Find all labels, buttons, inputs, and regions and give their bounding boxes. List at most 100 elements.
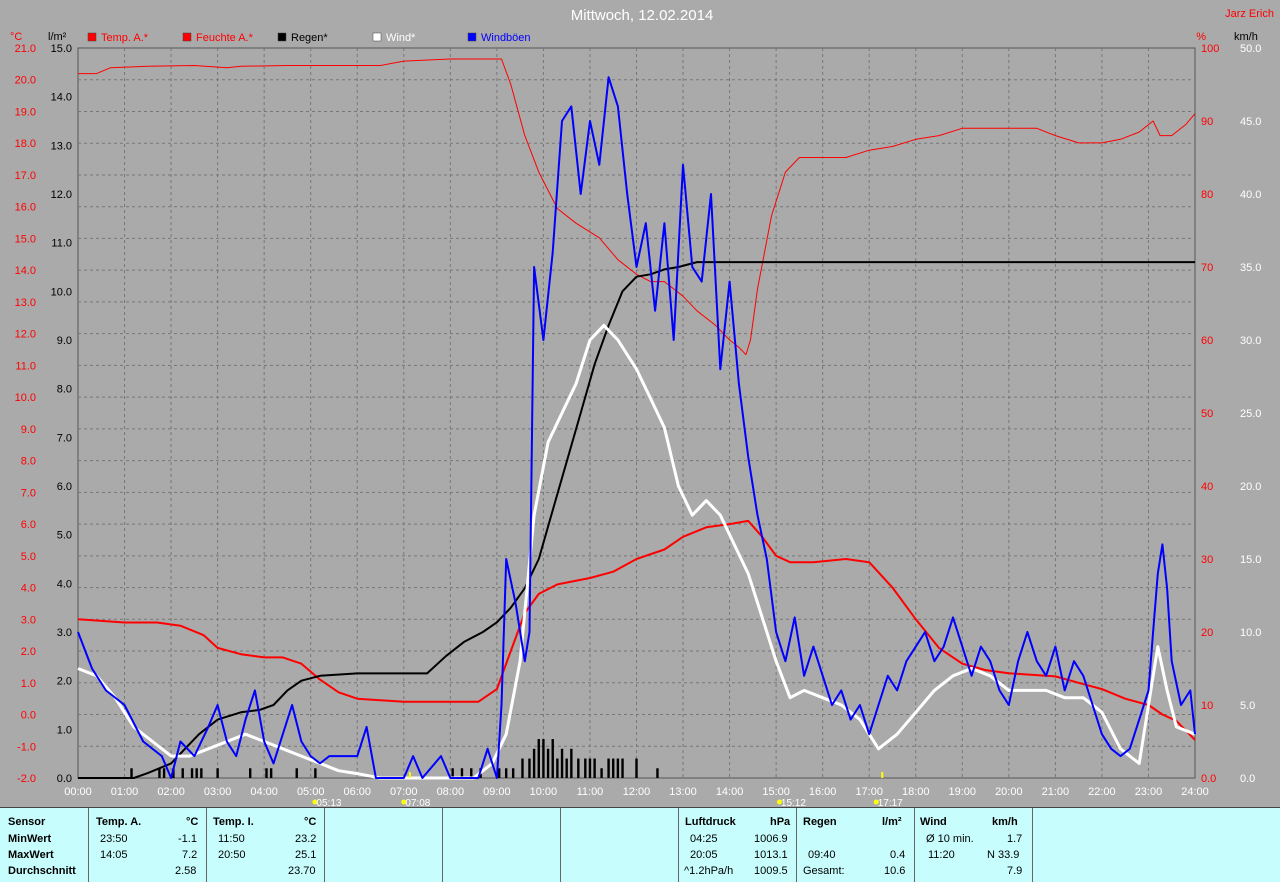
author-label: Jarz Erich (1225, 8, 1274, 20)
rain-bar (584, 758, 587, 778)
rain-bar (521, 758, 524, 778)
x-tick-label: 18:00 (902, 786, 930, 798)
temp-i-min-val: 23.2 (295, 833, 317, 845)
wind-max-val: N 33.9 (987, 849, 1020, 861)
temp-a-unit: °C (186, 816, 199, 828)
temp-a-header: Temp. A. (96, 816, 142, 828)
sensor-header: Sensor (8, 816, 46, 828)
legend-swatch (277, 32, 287, 42)
temp-tick-label: 2.0 (21, 646, 36, 658)
humidity-tick-label: 10 (1201, 700, 1213, 712)
rain-bar (511, 768, 515, 778)
wind-tick-label: 35.0 (1240, 262, 1261, 274)
rain-tick-label: 0.0 (57, 773, 72, 785)
temp-axis-unit: °C (10, 31, 22, 43)
x-tick-label: 08:00 (437, 786, 465, 798)
temp-tick-label: -2.0 (17, 773, 36, 785)
x-tick-label: 19:00 (949, 786, 977, 798)
rain-total-label: Gesamt: (803, 865, 845, 877)
rain-bar (190, 768, 194, 778)
temp-tick-label: 12.0 (15, 329, 36, 341)
rain-max-time: 09:40 (808, 849, 836, 861)
x-tick-label: 22:00 (1088, 786, 1116, 798)
rain-bar (181, 768, 184, 778)
rain-unit: l/m² (882, 816, 902, 828)
wind-tick-label: 45.0 (1240, 116, 1261, 128)
temp-tick-label: 11.0 (15, 360, 36, 372)
pressure-max-val: 1013.1 (754, 849, 788, 861)
wind-day-avg-val: 7.9 (1007, 865, 1023, 877)
legend-swatch (87, 32, 97, 42)
humidity-tick-label: 90 (1201, 116, 1213, 128)
rain-bar (656, 768, 659, 778)
rain-bar (588, 758, 592, 778)
temp-i-max-val: 25.1 (295, 849, 317, 861)
wind-axis-unit: km/h (1234, 31, 1258, 43)
rain-bar (200, 768, 203, 778)
rain-bar (504, 768, 508, 778)
statistics-panel: Sensor MinWert MaxWert Durchschnitt Temp… (0, 807, 1280, 882)
rain-total-val: 10.6 (884, 865, 906, 877)
event-label: 17:17 (878, 798, 903, 807)
rain-bar (162, 768, 166, 778)
wind-tick-label: 50.0 (1240, 43, 1261, 55)
rain-bar (600, 768, 603, 778)
rain-tick-label: 4.0 (57, 578, 72, 590)
rain-tick-label: 14.0 (51, 92, 72, 104)
x-tick-label: 07:00 (390, 786, 418, 798)
rain-bar (537, 739, 540, 778)
temp-tick-label: 0.0 (21, 710, 36, 722)
x-tick-label: 02:00 (157, 786, 185, 798)
temp-a-min-val: -1.1 (178, 833, 197, 845)
x-tick-label: 20:00 (995, 786, 1023, 798)
pressure-avg-val: 1009.5 (754, 865, 788, 877)
temp-tick-label: 21.0 (15, 43, 36, 55)
rain-bar (616, 758, 620, 778)
pressure-max-time: 20:05 (690, 849, 718, 861)
rain-bar (612, 758, 615, 778)
temp-tick-label: 5.0 (21, 551, 36, 563)
rain-tick-label: 2.0 (57, 676, 72, 688)
temp-tick-label: 8.0 (21, 456, 36, 468)
temp-i-min-time: 11:50 (218, 833, 245, 845)
rain-bar (542, 739, 545, 778)
rain-max-val: 0.4 (890, 849, 906, 861)
rain-tick-label: 8.0 (57, 384, 72, 396)
rain-bar (314, 768, 317, 778)
temp-i-header: Temp. I. (213, 816, 254, 828)
rain-bar (532, 748, 536, 778)
wind-tick-label: 0.0 (1240, 773, 1255, 785)
temp-a-avg-val: 2.58 (175, 865, 197, 877)
temp-i-max-time: 20:50 (218, 849, 246, 861)
legend-label: Regen* (291, 32, 328, 44)
temp-tick-label: 17.0 (15, 170, 36, 182)
avg-row-label: Durchschnitt (8, 865, 76, 877)
temp-tick-label: 19.0 (15, 106, 36, 118)
rain-bar (556, 758, 559, 778)
rain-bar (158, 768, 161, 778)
x-tick-label: 01:00 (111, 786, 139, 798)
humidity-tick-label: 80 (1201, 189, 1213, 201)
temp-a-max-time: 14:05 (100, 849, 128, 861)
weather-chart: Mittwoch, 12.02.2014 Jarz Erich °C l/m² … (0, 0, 1280, 807)
rain-bar (528, 758, 531, 778)
x-tick-label: 13:00 (669, 786, 697, 798)
rain-bar (570, 748, 573, 778)
humidity-tick-label: 20 (1201, 627, 1213, 639)
rain-bar (216, 768, 219, 778)
event-label: 15:12 (781, 798, 806, 807)
humidity-tick-label: 60 (1201, 335, 1213, 347)
temp-tick-label: 13.0 (15, 297, 36, 309)
rain-tick-label: 10.0 (51, 286, 72, 298)
temp-tick-label: 18.0 (15, 138, 36, 150)
x-tick-label: 06:00 (343, 786, 371, 798)
x-tick-label: 14:00 (716, 786, 744, 798)
wind-tick-label: 20.0 (1240, 481, 1261, 493)
wind-tick-label: 5.0 (1240, 700, 1255, 712)
x-tick-label: 21:00 (1042, 786, 1070, 798)
legend-label: Windböen (481, 32, 531, 44)
humidity-tick-label: 100 (1201, 43, 1219, 55)
wind-max-time: 11:20 (928, 849, 955, 861)
weather-chart-window: Mittwoch, 12.02.2014 Jarz Erich °C l/m² … (0, 0, 1280, 882)
rain-bar (546, 748, 550, 778)
